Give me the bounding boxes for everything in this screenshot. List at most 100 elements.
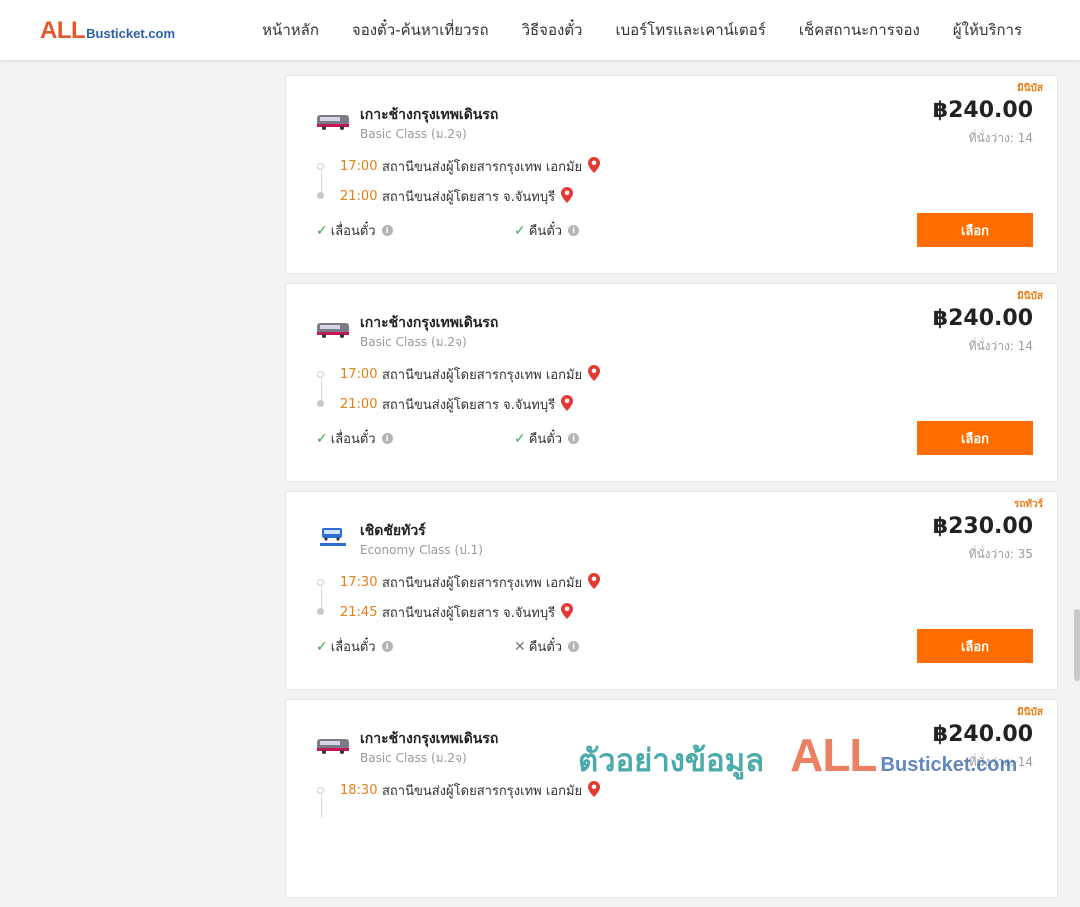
nav-home[interactable]: หน้าหลัก: [262, 18, 319, 42]
check-icon: ✓: [316, 430, 328, 447]
trip-card-3: รถทัวร์ เชิดชัยทัวร์ Economy Class (ป.1)…: [285, 491, 1058, 690]
departure-stop: 18:30 สถานีขนส่งผู้โดยสารกรุงเทพ เอกมัย: [340, 780, 601, 801]
reschedule-label: เลื่อนตั๋ว: [330, 640, 376, 655]
minibus-logo-icon: [317, 115, 349, 130]
logo-van-stripe: [317, 748, 349, 751]
ticket-price: ฿240.00: [932, 306, 1033, 331]
refund-option: ✓ คืนตั๋ว i: [514, 428, 580, 449]
nav-how-to-book[interactable]: วิธีจองตั๋ว: [522, 18, 583, 42]
nav-phone-counters[interactable]: เบอร์โทรและเคาน์เตอร์: [615, 18, 765, 42]
check-icon: ✓: [316, 638, 328, 655]
arrival-stop: 21:00 สถานีขนส่งผู้โดยสาร จ.จันทบุรี: [340, 394, 574, 415]
cross-icon: ✕: [514, 638, 526, 655]
map-pin-icon[interactable]: [588, 156, 601, 177]
site-logo[interactable]: ALL Busticket.com: [40, 17, 175, 45]
arrival-time: 21:45: [340, 605, 378, 620]
vehicle-type-badge: มินิบัส: [1017, 291, 1043, 302]
select-trip-button[interactable]: เลือก: [917, 213, 1033, 247]
reschedule-option: ✓ เลื่อนตั๋ว i: [316, 428, 393, 449]
select-trip-button[interactable]: เลือก: [917, 629, 1033, 663]
seats-available: ที่นั่งว่าง: 14: [968, 339, 1033, 353]
map-pin-icon[interactable]: [588, 780, 601, 801]
refund-option: ✓ คืนตั๋ว i: [514, 220, 580, 241]
nav-booking-status[interactable]: เช็คสถานะการจอง: [799, 18, 920, 42]
arrival-time: 21:00: [340, 189, 378, 204]
logo-bus-window: [324, 530, 340, 534]
departure-stop: 17:00 สถานีขนส่งผู้โดยสารกรุงเทพ เอกมัย: [340, 364, 601, 385]
arrival-dot-icon: [317, 400, 324, 407]
minibus-logo-icon: [317, 323, 349, 338]
map-pin-icon[interactable]: [588, 572, 601, 593]
map-pin-icon[interactable]: [561, 602, 574, 623]
logo-wheel: [322, 334, 326, 338]
arrival-station: สถานีขนส่งผู้โดยสาร จ.จันทบุรี: [382, 190, 556, 205]
vehicle-type-badge: รถทัวร์: [1013, 499, 1043, 510]
route-line: [321, 794, 322, 818]
info-icon[interactable]: i: [568, 433, 580, 444]
nav-operators[interactable]: ผู้ให้บริการ: [953, 18, 1022, 42]
operator-name: เชิดชัยทัวร์: [360, 523, 426, 539]
trip-results-list: มินิบัส เกาะช้างกรุงเทพเดินรถ Basic Clas…: [285, 75, 1058, 907]
logo-wheel: [340, 126, 344, 130]
reschedule-option: ✓ เลื่อนตั๋ว i: [316, 636, 393, 657]
map-pin-icon[interactable]: [561, 394, 574, 415]
trip-card-2: มินิบัส เกาะช้างกรุงเทพเดินรถ Basic Clas…: [285, 283, 1058, 482]
operator-name: เกาะช้างกรุงเทพเดินรถ: [360, 107, 499, 123]
seats-available: ที่นั่งว่าง: 14: [968, 755, 1033, 769]
departure-time: 18:30: [340, 783, 378, 798]
refund-label: คืนตั๋ว: [528, 640, 563, 655]
departure-station: สถานีขนส่งผู้โดยสารกรุงเทพ เอกมัย: [382, 576, 583, 591]
logo-text-bar: [320, 543, 346, 546]
arrival-dot-icon: [317, 192, 324, 199]
logo-wheel: [340, 334, 344, 338]
arrival-time: 21:00: [340, 397, 378, 412]
logo-wheel: [336, 537, 340, 541]
seats-available: ที่นั่งว่าง: 35: [968, 547, 1033, 561]
logo-wheel: [322, 126, 326, 130]
info-icon[interactable]: i: [381, 641, 393, 652]
page-scrollbar[interactable]: [1074, 609, 1080, 681]
logo-wheel: [322, 750, 326, 754]
arrival-stop: 21:45 สถานีขนส่งผู้โดยสาร จ.จันทบุรี: [340, 602, 574, 623]
departure-station: สถานีขนส่งผู้โดยสารกรุงเทพ เอกมัย: [382, 784, 583, 799]
refund-option: ✕ คืนตั๋ว i: [514, 636, 580, 657]
service-class: Basic Class (ม.2จ): [360, 335, 467, 349]
logo-van-stripe: [317, 332, 349, 335]
vehicle-type-badge: มินิบัส: [1017, 83, 1043, 94]
refund-label: คืนตั๋ว: [528, 224, 563, 239]
logo-van-window: [320, 117, 340, 121]
route-line: [321, 170, 322, 194]
departure-time: 17:30: [340, 575, 378, 590]
info-icon[interactable]: i: [381, 433, 393, 444]
map-pin-icon[interactable]: [561, 186, 574, 207]
nav-search-trips[interactable]: จองตั๋ว-ค้นหาเที่ยวรถ: [352, 18, 489, 42]
logo-van-window: [320, 741, 340, 745]
refund-label: คืนตั๋ว: [528, 432, 563, 447]
service-class: Economy Class (ป.1): [360, 543, 483, 557]
select-trip-button[interactable]: เลือก: [917, 421, 1033, 455]
info-icon[interactable]: i: [568, 225, 580, 236]
service-class: Basic Class (ม.2จ): [360, 127, 467, 141]
departure-station: สถานีขนส่งผู้โดยสารกรุงเทพ เอกมัย: [382, 160, 583, 175]
check-icon: ✓: [316, 222, 328, 239]
arrival-dot-icon: [317, 608, 324, 615]
logo-van-window: [320, 325, 340, 329]
map-pin-icon[interactable]: [588, 364, 601, 385]
logo-van-stripe: [317, 124, 349, 127]
logo-all-text: ALL: [40, 17, 86, 44]
reschedule-label: เลื่อนตั๋ว: [330, 432, 376, 447]
departure-time: 17:00: [340, 159, 378, 174]
vehicle-type-badge: มินิบัส: [1017, 707, 1043, 718]
ticket-price: ฿240.00: [932, 722, 1033, 747]
operator-name: เกาะช้างกรุงเทพเดินรถ: [360, 315, 499, 331]
operator-name: เกาะช้างกรุงเทพเดินรถ: [360, 731, 499, 747]
route-line: [321, 378, 322, 402]
info-icon[interactable]: i: [568, 641, 580, 652]
departure-dot-icon: [317, 371, 324, 378]
service-class: Basic Class (ม.2จ): [360, 751, 467, 765]
reschedule-option: ✓ เลื่อนตั๋ว i: [316, 220, 393, 241]
logo-sub-text: Busticket.com: [86, 26, 176, 41]
main-nav: หน้าหลัก จองตั๋ว-ค้นหาเที่ยวรถ วิธีจองตั…: [262, 0, 1022, 60]
arrival-stop: 21:00 สถานีขนส่งผู้โดยสาร จ.จันทบุรี: [340, 186, 574, 207]
info-icon[interactable]: i: [381, 225, 393, 236]
